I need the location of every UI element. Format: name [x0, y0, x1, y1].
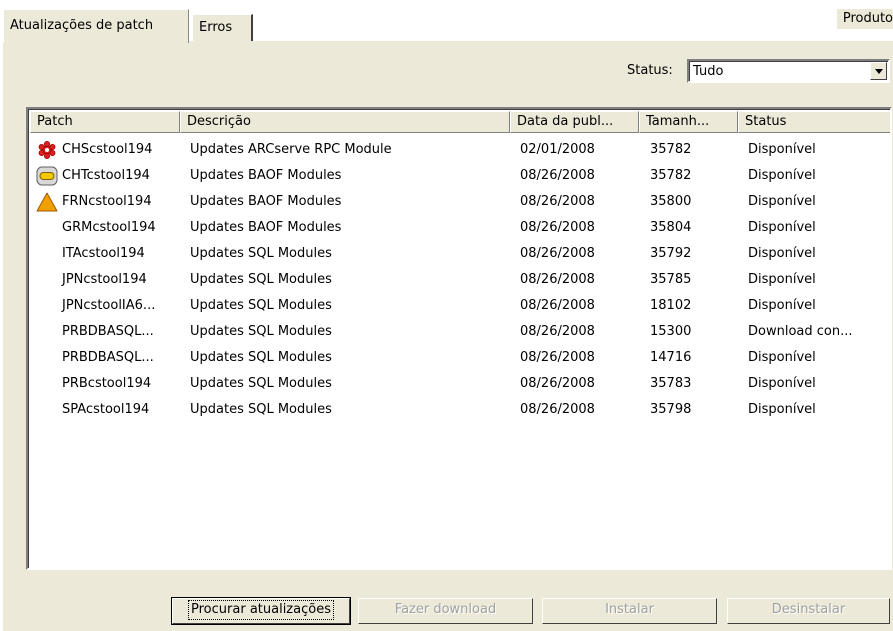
- download-label: Fazer download: [394, 602, 497, 617]
- table-row[interactable]: PRBDBASQL... Updates SQL Modules 08/26/200…: [30, 345, 890, 371]
- cell-patch: PRBDBASQL...: [62, 324, 154, 339]
- table-row[interactable]: JPNcstoolIA6... Updates SQL Modules 08/26/…: [30, 293, 890, 319]
- patch-list[interactable]: Patch Descrição Data da publ... Tamanh..…: [26, 107, 892, 570]
- cell-patch: PRBDBASQL...: [62, 350, 154, 365]
- cell-description: Updates SQL Modules: [190, 350, 332, 365]
- cell-size: 18102: [650, 298, 692, 313]
- cell-status: Disponível: [748, 220, 816, 235]
- cell-status: Disponível: [748, 272, 816, 287]
- cell-patch: JPNcstoolIA6...: [62, 298, 156, 313]
- tab-errors[interactable]: Erros: [192, 14, 253, 41]
- status-filter-label: Status:: [627, 63, 673, 78]
- cell-description: Updates SQL Modules: [190, 376, 332, 391]
- cell-description: Updates ARCserve RPC Module: [190, 142, 392, 157]
- cell-size: 35792: [650, 246, 692, 261]
- cell-description: Updates BAOF Modules: [190, 220, 342, 235]
- cell-date: 08/26/2008: [520, 402, 595, 417]
- cell-date: 08/26/2008: [520, 168, 595, 183]
- install-label: Instalar: [605, 602, 654, 617]
- cell-status: Disponível: [748, 168, 816, 183]
- cell-status: Disponível: [748, 194, 816, 209]
- cell-status: Disponível: [748, 350, 816, 365]
- cell-status: Disponível: [748, 298, 816, 313]
- cell-size: 15300: [650, 324, 692, 339]
- check-updates-button[interactable]: Procurar atualizações: [171, 597, 351, 625]
- column-header-patch[interactable]: Patch: [30, 111, 180, 133]
- column-header-description[interactable]: Descrição: [180, 111, 510, 133]
- cell-status: Download con...: [748, 324, 853, 339]
- cell-date: 08/26/2008: [520, 324, 595, 339]
- cell-description: Updates SQL Modules: [190, 324, 332, 339]
- cell-patch: ITAcstool194: [62, 246, 145, 261]
- product-label: Produto: [836, 9, 893, 29]
- cell-date: 08/26/2008: [520, 194, 595, 209]
- uninstall-button[interactable]: Desinstalar: [727, 598, 890, 624]
- cell-status: Disponível: [748, 246, 816, 261]
- cell-patch: JPNcstool194: [62, 272, 147, 287]
- table-row[interactable]: ITAcstool194 Updates SQL Modules 08/26/200…: [30, 241, 890, 267]
- cell-size: 14716: [650, 350, 692, 365]
- cell-status: Disponível: [748, 142, 816, 157]
- cell-date: 08/26/2008: [520, 298, 595, 313]
- cell-size: 35804: [650, 220, 692, 235]
- table-row[interactable]: SPAcstool194 Updates SQL Modules 08/26/200…: [30, 397, 890, 423]
- cell-description: Updates SQL Modules: [190, 246, 332, 261]
- check-updates-label: Procurar atualizações: [188, 600, 334, 620]
- cell-status: Disponível: [748, 402, 816, 417]
- cell-date: 08/26/2008: [520, 220, 595, 235]
- cell-date: 08/26/2008: [520, 272, 595, 287]
- cell-patch: CHTcstool194: [62, 168, 150, 183]
- table-row[interactable]: GRMcstool194 Updates BAOF Modules 08/26/20…: [30, 215, 890, 241]
- status-filter-value: Tudo: [693, 64, 724, 79]
- chevron-down-icon[interactable]: [870, 62, 887, 80]
- table-row[interactable]: PRBcstool194 Updates SQL Modules 08/26/200…: [30, 371, 890, 397]
- download-button[interactable]: Fazer download: [358, 598, 533, 624]
- cell-patch: FRNcstool194: [62, 194, 152, 209]
- cell-patch: GRMcstool194: [62, 220, 156, 235]
- cell-description: Updates BAOF Modules: [190, 168, 342, 183]
- cell-patch: CHScstool194: [62, 142, 153, 157]
- cell-date: 02/01/2008: [520, 142, 595, 157]
- column-header-date[interactable]: Data da publ...: [510, 111, 639, 133]
- install-button[interactable]: Instalar: [542, 598, 717, 624]
- cell-date: 08/26/2008: [520, 376, 595, 391]
- cell-size: 35798: [650, 402, 692, 417]
- cell-size: 35782: [650, 168, 692, 183]
- column-header-status[interactable]: Status: [738, 111, 890, 133]
- cell-patch: SPAcstool194: [62, 402, 150, 417]
- cell-size: 35783: [650, 376, 692, 391]
- cell-description: Updates SQL Modules: [190, 402, 332, 417]
- tab-patch-updates[interactable]: Atualizações de patch: [3, 9, 189, 43]
- cell-description: Updates SQL Modules: [190, 298, 332, 313]
- table-row[interactable]: FRNcstool194 Updates BAOF Modules 08/26/20…: [30, 189, 890, 215]
- cell-status: Disponível: [748, 376, 816, 391]
- table-row[interactable]: PRBDBASQL... Updates SQL Modules 08/26/200…: [30, 319, 890, 345]
- cell-size: 35800: [650, 194, 692, 209]
- cell-date: 08/26/2008: [520, 350, 595, 365]
- cell-description: Updates SQL Modules: [190, 272, 332, 287]
- table-row[interactable]: JPNcstool194 Updates SQL Modules 08/26/200…: [30, 267, 890, 293]
- cell-date: 08/26/2008: [520, 246, 595, 261]
- cell-size: 35785: [650, 272, 692, 287]
- table-row[interactable]: CHTcstool194 Updates BAOF Modules 08/26/20…: [30, 163, 890, 189]
- table-row[interactable]: CHScstool194 Updates ARCserve RPC Module 0…: [30, 137, 890, 163]
- list-header: Patch Descrição Data da publ... Tamanh..…: [30, 111, 890, 133]
- column-header-size[interactable]: Tamanh...: [639, 111, 738, 133]
- cell-description: Updates BAOF Modules: [190, 194, 342, 209]
- uninstall-label: Desinstalar: [771, 602, 846, 617]
- cell-patch: PRBcstool194: [62, 376, 152, 391]
- cell-size: 35782: [650, 142, 692, 157]
- status-filter-select[interactable]: Tudo: [687, 59, 890, 83]
